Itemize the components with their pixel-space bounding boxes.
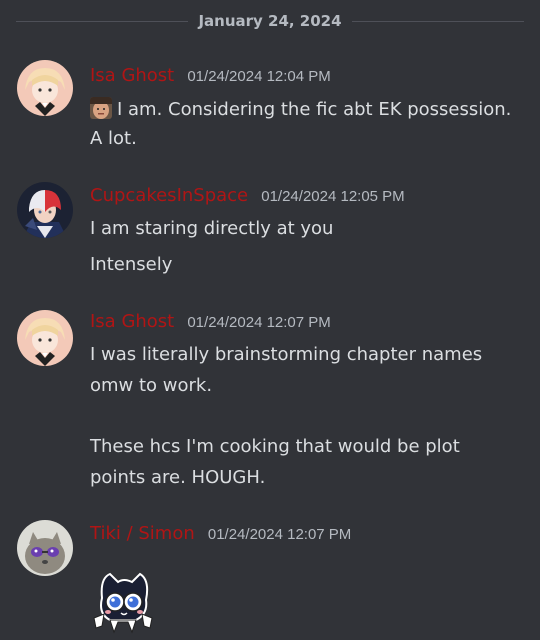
message-3: Isa Ghost 01/24/2024 12:07 PM I was lite… (0, 306, 540, 496)
message-text: I am. Considering the fic abt EK possess… (117, 99, 512, 120)
message-header: Isa Ghost 01/24/2024 12:04 PM (90, 65, 331, 86)
chat-view: January 24, 2024 Isa Ghost 01/24/2024 12… (0, 0, 540, 640)
message-header: Isa Ghost 01/24/2024 12:07 PM (90, 311, 331, 332)
message-line: A lot. (90, 128, 137, 149)
username[interactable]: Tiki / Simon (90, 523, 195, 544)
message-line: I am staring directly at you (90, 218, 334, 239)
message-line: These hcs I'm cooking that would be plot (90, 436, 460, 457)
divider-line-left (16, 21, 188, 22)
divider-date: January 24, 2024 (198, 12, 342, 30)
face-emoji-icon (90, 97, 112, 119)
timestamp: 01/24/2024 12:04 PM (187, 68, 331, 85)
message-line: omw to work. (90, 375, 213, 396)
message-line: Intensely (90, 254, 173, 275)
timestamp: 01/24/2024 12:07 PM (187, 314, 331, 331)
red-white-hair-character-avatar-icon[interactable] (17, 182, 73, 238)
message-line: I was literally brainstorming chapter na… (90, 344, 483, 365)
cat-with-sunglasses-avatar-icon[interactable] (17, 520, 73, 576)
cartoon-cat-sticker-icon[interactable] (88, 568, 158, 636)
message-header: CupcakesInSpace 01/24/2024 12:05 PM (90, 185, 405, 206)
username[interactable]: Isa Ghost (90, 65, 174, 86)
divider-line-right (352, 21, 524, 22)
username[interactable]: CupcakesInSpace (90, 185, 248, 206)
anime-character-avatar-icon[interactable] (17, 310, 73, 366)
timestamp: 01/24/2024 12:05 PM (261, 188, 405, 205)
message-line: I am. Considering the fic abt EK possess… (90, 97, 511, 120)
username[interactable]: Isa Ghost (90, 311, 174, 332)
anime-character-avatar-icon[interactable] (17, 60, 73, 116)
message-2: CupcakesInSpace 01/24/2024 12:05 PM I am… (0, 180, 540, 280)
date-divider: January 24, 2024 (0, 10, 540, 34)
message-1: Isa Ghost 01/24/2024 12:04 PM I am. Cons… (0, 60, 540, 160)
message-header: Tiki / Simon 01/24/2024 12:07 PM (90, 523, 351, 544)
message-4: Tiki / Simon 01/24/2024 12:07 PM (0, 518, 540, 640)
message-line: points are. HOUGH. (90, 467, 266, 488)
timestamp: 01/24/2024 12:07 PM (207, 526, 352, 543)
